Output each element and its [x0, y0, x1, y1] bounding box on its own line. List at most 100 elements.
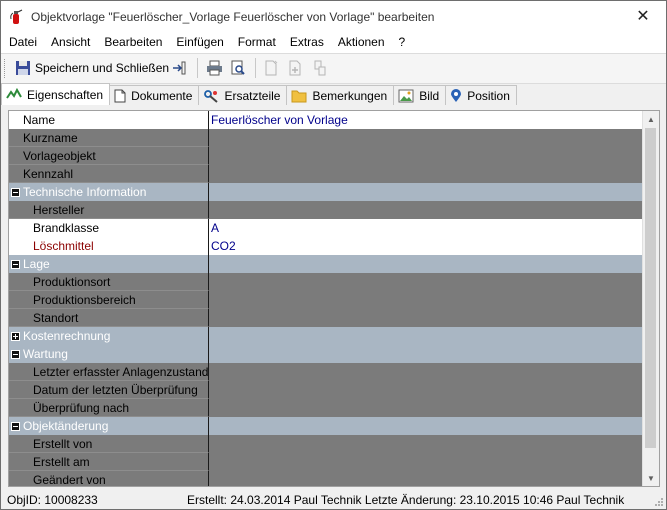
property-row[interactable]: Brandklasse A — [9, 219, 642, 237]
property-value[interactable] — [209, 381, 642, 399]
property-row[interactable]: Datum der letzten Überprüfung — [9, 381, 642, 399]
property-label[interactable]: Lage — [9, 255, 209, 273]
property-category-row[interactable]: Technische Information — [9, 183, 642, 201]
property-value[interactable] — [209, 399, 642, 417]
property-label[interactable]: Wartung — [9, 345, 209, 363]
collapse-icon[interactable] — [11, 349, 20, 359]
menu-item-format[interactable]: Format — [231, 31, 283, 53]
property-row[interactable]: Name Feuerlöscher von Vorlage — [9, 111, 642, 129]
tab-ersatzteile[interactable]: Ersatzteile — [199, 85, 288, 105]
property-value[interactable] — [209, 273, 642, 291]
property-label[interactable]: Kostenrechnung — [9, 327, 209, 345]
tab-bemerkungen[interactable]: Bemerkungen — [287, 85, 395, 105]
tab-eigenschaften[interactable]: Eigenschaften — [1, 83, 111, 105]
property-label: Überprüfung nach — [9, 399, 209, 417]
menu-item-bearbeiten[interactable]: Bearbeiten — [97, 31, 169, 53]
property-label-text: Erstellt von — [33, 437, 93, 451]
menu-item-datei[interactable]: Datei — [1, 31, 44, 53]
tab-position[interactable]: Position — [446, 85, 517, 105]
property-label-text: Name — [23, 113, 56, 127]
property-label: Erstellt am — [9, 453, 209, 471]
property-value[interactable] — [209, 471, 642, 486]
close-button[interactable]: ✕ — [620, 1, 666, 31]
vertical-scrollbar[interactable]: ▲ ▼ — [642, 111, 659, 486]
property-value[interactable] — [209, 363, 642, 381]
tab-label: Dokumente — [131, 88, 193, 103]
new-doc-icon — [265, 60, 278, 76]
property-row[interactable]: Erstellt am — [9, 453, 642, 471]
property-row[interactable]: Löschmittel CO2 — [9, 237, 642, 255]
menu-item-extras[interactable]: Extras — [283, 31, 331, 53]
property-label[interactable]: Technische Information — [9, 183, 209, 201]
expand-icon[interactable] — [11, 331, 20, 341]
property-row[interactable]: Hersteller — [9, 201, 642, 219]
property-row[interactable]: Produktionsbereich — [9, 291, 642, 309]
property-label: Produktionsbereich — [9, 291, 209, 309]
location-pin-icon — [451, 88, 462, 102]
property-row[interactable]: Kurzname — [9, 129, 642, 147]
tab-label: Eigenschaften — [27, 87, 104, 102]
property-value[interactable] — [209, 129, 642, 147]
menu-item-einfügen[interactable]: Einfügen — [169, 31, 230, 53]
property-value[interactable] — [209, 453, 642, 471]
property-label-text: Lage — [23, 257, 50, 271]
scroll-thumb[interactable] — [645, 128, 656, 448]
property-value[interactable]: Feuerlöscher von Vorlage — [209, 111, 642, 129]
property-label: Letzter erfasster Anlagenzustand — [9, 363, 209, 381]
property-value — [209, 417, 642, 435]
toolbar-grip[interactable] — [4, 59, 8, 78]
property-value[interactable] — [209, 201, 642, 219]
property-value[interactable] — [209, 435, 642, 453]
print-button[interactable] — [206, 57, 223, 79]
property-row[interactable]: Erstellt von — [9, 435, 642, 453]
property-value[interactable] — [209, 291, 642, 309]
spare-parts-icon — [204, 89, 219, 103]
add-document-button[interactable] — [287, 57, 303, 79]
menu-item-ansicht[interactable]: Ansicht — [44, 31, 97, 53]
property-category-row[interactable]: Wartung — [9, 345, 642, 363]
scroll-up-arrow-icon[interactable]: ▲ — [643, 111, 659, 127]
menu-item-help[interactable]: ? — [392, 31, 413, 53]
exit-button[interactable] — [171, 57, 187, 79]
property-label-text: Datum der letzten Überprüfung — [33, 383, 198, 397]
property-row[interactable]: Produktionsort — [9, 273, 642, 291]
link-document-button[interactable] — [312, 57, 328, 79]
property-row[interactable]: Überprüfung nach — [9, 399, 642, 417]
property-label-text: Kurzname — [23, 131, 78, 145]
scroll-down-arrow-icon[interactable]: ▼ — [643, 470, 659, 486]
tab-bild[interactable]: Bild — [394, 85, 447, 105]
print-preview-button[interactable] — [230, 57, 246, 79]
property-value[interactable] — [209, 147, 642, 165]
toolbar-separator — [255, 58, 256, 78]
tab-dokumente[interactable]: Dokumente — [110, 85, 200, 105]
property-row[interactable]: Kennzahl — [9, 165, 642, 183]
status-info: Erstellt: 24.03.2014 Paul Technik Letzte… — [187, 493, 625, 507]
property-label: Standort — [9, 309, 209, 327]
fire-extinguisher-icon — [10, 9, 23, 24]
collapse-icon[interactable] — [11, 187, 20, 197]
property-value[interactable]: A — [209, 219, 642, 237]
collapse-icon[interactable] — [11, 421, 20, 431]
property-value[interactable] — [209, 165, 642, 183]
property-label: Geändert von — [9, 471, 209, 486]
menu-item-aktionen[interactable]: Aktionen — [331, 31, 392, 53]
property-category-row[interactable]: Kostenrechnung — [9, 327, 642, 345]
property-label: Name — [9, 111, 209, 129]
title-bar[interactable]: Objektvorlage "Feuerlöscher_Vorlage Feue… — [1, 1, 666, 31]
save-and-close-button[interactable]: Speichern und Schließen — [15, 57, 169, 79]
property-value[interactable]: CO2 — [209, 237, 642, 255]
property-category-row[interactable]: Objektänderung — [9, 417, 642, 435]
property-row[interactable]: Vorlageobjekt — [9, 147, 642, 165]
property-label-text: Produktionsort — [33, 275, 111, 289]
property-category-row[interactable]: Lage — [9, 255, 642, 273]
property-row[interactable]: Standort — [9, 309, 642, 327]
collapse-icon[interactable] — [11, 259, 20, 269]
resize-grip-icon[interactable] — [654, 497, 664, 507]
property-label: Erstellt von — [9, 435, 209, 453]
new-document-button[interactable] — [263, 57, 279, 79]
property-label-text: Kostenrechnung — [23, 329, 111, 343]
property-label[interactable]: Objektänderung — [9, 417, 209, 435]
property-row[interactable]: Letzter erfasster Anlagenzustand — [9, 363, 642, 381]
property-value[interactable] — [209, 309, 642, 327]
property-row[interactable]: Geändert von — [9, 471, 642, 486]
